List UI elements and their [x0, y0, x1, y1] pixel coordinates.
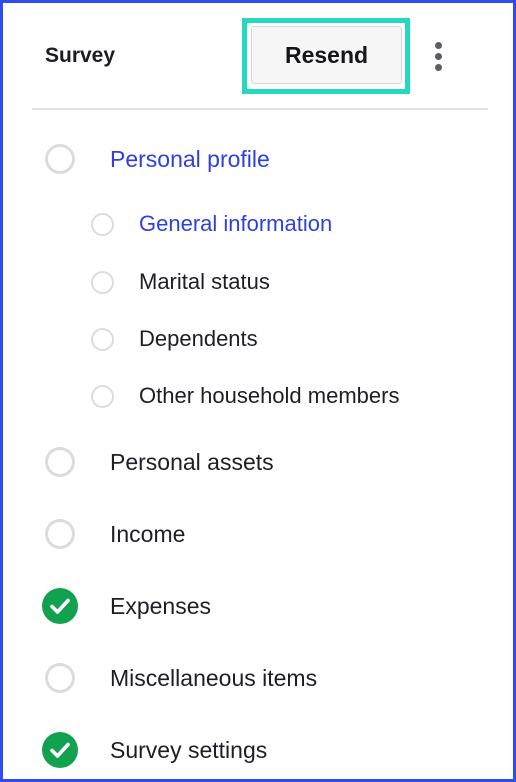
- step-survey-settings[interactable]: Survey settings: [42, 732, 268, 768]
- pending-circle-icon: [45, 519, 75, 549]
- step-personal-assets[interactable]: Personal assets: [45, 444, 274, 480]
- vertical-ellipsis-icon: [434, 41, 442, 49]
- pending-circle-icon: [91, 327, 114, 351]
- pending-circle-icon: [45, 144, 75, 174]
- step-label: Expenses: [110, 592, 212, 619]
- pending-circle-icon: [45, 447, 75, 477]
- vertical-ellipsis-icon-dot: [434, 63, 442, 71]
- substep-dependents[interactable]: Dependents: [91, 326, 258, 352]
- check-circle-icon: [42, 732, 78, 768]
- step-label: Personal profile: [110, 145, 270, 172]
- pending-circle-icon: [91, 270, 114, 294]
- checkmark-icon: [50, 598, 70, 614]
- step-income[interactable]: Income: [45, 516, 185, 552]
- checkmark-icon: [50, 742, 70, 758]
- pending-circle-icon: [91, 212, 114, 236]
- substep-general-information[interactable]: General information: [91, 211, 332, 237]
- survey-panel: Survey Resend Personal profile General i…: [0, 0, 516, 782]
- header-divider: [32, 108, 488, 110]
- substep-marital-status[interactable]: Marital status: [91, 269, 270, 295]
- pending-circle-icon: [91, 384, 114, 408]
- step-miscellaneous-items[interactable]: Miscellaneous items: [45, 660, 317, 696]
- step-label: Personal assets: [110, 448, 274, 475]
- step-label: Survey settings: [110, 736, 268, 763]
- panel-title: Survey: [45, 44, 116, 67]
- step-expenses[interactable]: Expenses: [42, 588, 212, 624]
- substep-label: Dependents: [139, 326, 258, 351]
- step-label: Income: [110, 520, 186, 547]
- more-options-button[interactable]: [423, 35, 453, 77]
- check-circle-icon: [42, 588, 78, 624]
- resend-button[interactable]: Resend: [251, 26, 402, 84]
- pending-circle-icon: [45, 663, 75, 693]
- step-personal-profile[interactable]: Personal profile: [45, 141, 270, 177]
- vertical-ellipsis-icon-dot: [434, 52, 442, 60]
- substep-label: General information: [139, 211, 333, 236]
- substep-label: Marital status: [139, 269, 270, 294]
- substep-label: Other household members: [139, 383, 400, 408]
- substep-other-household-members[interactable]: Other household members: [91, 383, 399, 409]
- step-label: Miscellaneous items: [110, 664, 318, 691]
